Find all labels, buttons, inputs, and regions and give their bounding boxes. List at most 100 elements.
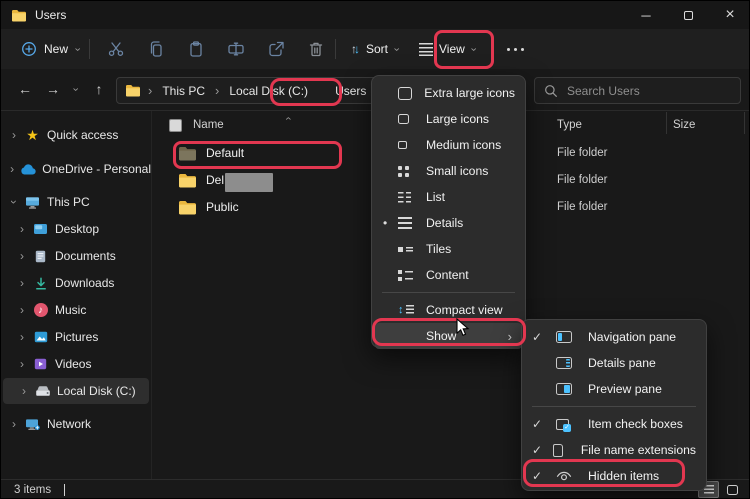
submenu-item-navigation-pane[interactable]: ✓ Navigation pane bbox=[522, 324, 706, 350]
sidebar-item-desktop[interactable]: › Desktop bbox=[1, 216, 151, 242]
breadcrumb-users[interactable]: Users bbox=[332, 82, 369, 100]
chevron-right-icon: › bbox=[17, 304, 27, 316]
view-menu: Extra large icons Large icons Medium ico… bbox=[371, 75, 526, 348]
sidebar-item-pictures[interactable]: › Pictures bbox=[1, 324, 151, 350]
sort-button-label: Sort bbox=[366, 42, 388, 56]
small-icons-icon bbox=[398, 166, 426, 177]
current-selection-bullet: • bbox=[383, 216, 387, 230]
breadcrumb-separator-icon: › bbox=[148, 84, 152, 97]
sidebar-item-quick-access[interactable]: › ★ Quick access bbox=[1, 122, 151, 148]
sidebar-item-music[interactable]: › ♪ Music bbox=[1, 297, 151, 323]
minimize-button[interactable]: ─ bbox=[625, 1, 667, 29]
close-icon: × bbox=[725, 6, 734, 24]
tiles-view-icon bbox=[398, 244, 426, 255]
thumbnail-view-toggle-icon bbox=[727, 485, 738, 495]
submenu-item-file-name-extensions[interactable]: ✓ File name extensions bbox=[522, 437, 706, 463]
delete-button[interactable] bbox=[297, 33, 335, 65]
chevron-right-icon: › bbox=[9, 163, 15, 175]
compact-view-icon bbox=[398, 305, 426, 316]
sidebar-item-local-disk-c[interactable]: › Local Disk (C:) bbox=[3, 378, 149, 404]
file-row-public[interactable]: Public bbox=[163, 194, 363, 220]
submenu-chevron-icon: › bbox=[508, 329, 512, 344]
select-all-checkbox[interactable] bbox=[169, 119, 182, 132]
menu-item-extra-large-icons[interactable]: Extra large icons bbox=[372, 80, 525, 106]
menu-item-small-icons[interactable]: Small icons bbox=[372, 158, 525, 184]
chevron-right-icon: › bbox=[19, 385, 29, 397]
toolbar-divider bbox=[335, 39, 336, 59]
rename-button[interactable] bbox=[217, 33, 255, 65]
submenu-item-preview-pane[interactable]: Preview pane bbox=[522, 376, 706, 402]
large-thumbnails-view-toggle[interactable] bbox=[722, 481, 743, 498]
arrow-left-icon: ← bbox=[18, 81, 32, 97]
menu-item-details[interactable]: • Details bbox=[372, 210, 525, 236]
menu-item-list[interactable]: List bbox=[372, 184, 525, 210]
search-box[interactable] bbox=[534, 77, 741, 104]
column-header-name[interactable]: Name bbox=[193, 119, 224, 131]
sidebar-item-downloads[interactable]: › Downloads bbox=[1, 270, 151, 296]
title-bar: Users ─ × bbox=[1, 1, 750, 29]
share-button[interactable] bbox=[257, 33, 295, 65]
sidebar-item-onedrive[interactable]: › OneDrive - Personal bbox=[1, 156, 151, 182]
submenu-item-hidden-items[interactable]: ✓ Hidden items bbox=[522, 463, 706, 489]
extra-large-icons-icon bbox=[398, 87, 424, 100]
menu-item-large-icons[interactable]: Large icons bbox=[372, 106, 525, 132]
close-button[interactable]: × bbox=[709, 1, 750, 29]
sidebar-item-this-pc[interactable]: › This PC bbox=[1, 189, 151, 215]
recent-locations-button[interactable]: › bbox=[65, 77, 85, 101]
breadcrumb-folder-icon bbox=[125, 84, 141, 97]
sidebar-item-network[interactable]: › Network bbox=[1, 411, 151, 437]
menu-item-tiles[interactable]: Tiles bbox=[372, 236, 525, 262]
view-button[interactable]: View › bbox=[413, 33, 480, 65]
network-pc-icon bbox=[24, 418, 41, 431]
chevron-down-icon: › bbox=[71, 47, 82, 51]
large-icons-icon bbox=[398, 114, 426, 124]
paste-button[interactable] bbox=[177, 33, 215, 65]
maximize-button[interactable] bbox=[667, 1, 709, 29]
column-header-size[interactable]: Size bbox=[673, 119, 695, 131]
new-button[interactable]: New › bbox=[11, 33, 89, 65]
status-caret bbox=[64, 484, 65, 496]
menu-item-content[interactable]: Content bbox=[372, 262, 525, 288]
file-name: Public bbox=[206, 200, 239, 214]
menu-separator bbox=[382, 292, 515, 293]
menu-item-show[interactable]: Show › bbox=[375, 323, 522, 349]
submenu-item-item-check-boxes[interactable]: ✓ Item check boxes bbox=[522, 411, 706, 437]
chevron-down-icon: › bbox=[8, 197, 20, 207]
cut-button[interactable] bbox=[97, 33, 135, 65]
chevron-right-icon: › bbox=[17, 250, 27, 262]
hidden-items-eye-icon bbox=[556, 471, 588, 482]
forward-button[interactable]: → bbox=[41, 77, 65, 101]
arrow-up-icon: ↑ bbox=[96, 81, 103, 97]
sort-button[interactable]: ↑↓ Sort › bbox=[345, 33, 404, 65]
details-pane-icon bbox=[556, 357, 588, 369]
file-explorer-window: Users ─ × New › bbox=[0, 0, 750, 499]
file-name-extensions-icon bbox=[553, 444, 581, 457]
breadcrumb-local-disk[interactable]: Local Disk (C:) bbox=[226, 82, 311, 100]
items-count: 3 items bbox=[14, 484, 51, 496]
toolbar-divider bbox=[89, 39, 90, 59]
maximize-icon bbox=[684, 11, 693, 20]
copy-button[interactable] bbox=[137, 33, 175, 65]
sidebar-item-videos[interactable]: › Videos bbox=[1, 351, 151, 377]
chevron-right-icon: › bbox=[17, 277, 27, 289]
up-button[interactable]: ↑ bbox=[87, 77, 111, 101]
search-input[interactable] bbox=[567, 84, 731, 98]
menu-item-medium-icons[interactable]: Medium icons bbox=[372, 132, 525, 158]
back-button[interactable]: ← bbox=[13, 77, 37, 101]
trash-icon bbox=[307, 40, 325, 58]
file-name: Default bbox=[206, 146, 244, 160]
file-row-default[interactable]: Default bbox=[163, 140, 363, 166]
chevron-right-icon: › bbox=[9, 418, 19, 430]
submenu-item-details-pane[interactable]: Details pane bbox=[522, 350, 706, 376]
column-divider[interactable] bbox=[666, 112, 667, 134]
column-divider[interactable] bbox=[744, 112, 745, 134]
menu-item-compact-view[interactable]: Compact view bbox=[372, 297, 525, 323]
new-button-label: New bbox=[44, 42, 68, 56]
breadcrumb-this-pc[interactable]: This PC bbox=[159, 82, 208, 100]
folder-icon bbox=[178, 173, 197, 188]
music-note-icon: ♪ bbox=[32, 303, 49, 317]
sidebar-item-documents[interactable]: › Documents bbox=[1, 243, 151, 269]
more-options-button[interactable] bbox=[497, 33, 535, 65]
chevron-right-icon: › bbox=[17, 358, 27, 370]
column-header-type[interactable]: Type bbox=[557, 119, 582, 131]
